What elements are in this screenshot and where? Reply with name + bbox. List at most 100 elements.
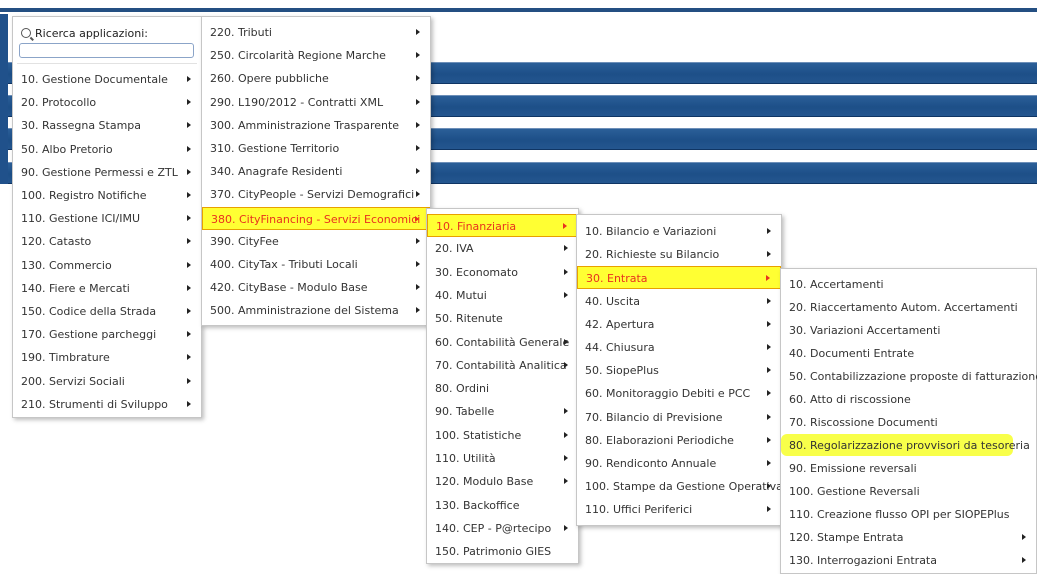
menu-item-140-fiere-e-mercati[interactable]: 140. Fiere e Mercati xyxy=(13,277,201,300)
menu-item-110-creazione-flusso-opi-per-siopeplus[interactable]: 110. Creazione flusso OPI per SIOPEPlus xyxy=(781,503,1036,526)
menu-item-label: 340. Anagrafe Residenti xyxy=(210,165,343,179)
menu-item-10-bilancio-e-variazioni[interactable]: 10. Bilancio e Variazioni xyxy=(577,220,781,243)
menu-item-70-contabilit-analitica[interactable]: 70. Contabilità Analitica xyxy=(427,354,578,377)
menu-item-220-tributi[interactable]: 220. Tributi xyxy=(202,21,430,44)
menu-item-label: 50. Contabilizzazione proposte di fattur… xyxy=(789,370,1037,383)
menu-item-420-citybase-modulo-base[interactable]: 420. CityBase - Modulo Base xyxy=(202,276,430,299)
menu-item-120-catasto[interactable]: 120. Catasto xyxy=(13,230,201,253)
menu-item-30-economato[interactable]: 30. Economato xyxy=(427,261,578,284)
menu-item-44-chiusura[interactable]: 44. Chiusura xyxy=(577,336,781,359)
menu-item-70-bilancio-di-previsione[interactable]: 70. Bilancio di Previsione xyxy=(577,406,781,429)
menu-item-label: 250. Circolarità Regione Marche xyxy=(210,49,386,63)
menu-item-100-gestione-reversali[interactable]: 100. Gestione Reversali xyxy=(781,480,1036,503)
menu-item-200-servizi-sociali[interactable]: 200. Servizi Sociali xyxy=(13,370,201,393)
menu-item-label: 130. Backoffice xyxy=(435,498,520,512)
menu-item-340-anagrafe-residenti[interactable]: 340. Anagrafe Residenti xyxy=(202,160,430,183)
menu-item-label: 10. Finanziaria xyxy=(436,220,517,233)
menu-item-130-interrogazioni-entrata[interactable]: 130. Interrogazioni Entrata xyxy=(781,549,1036,572)
menu-item-60-monitoraggio-debiti-e-pcc[interactable]: 60. Monitoraggio Debiti e PCC xyxy=(577,382,781,405)
menu-item-10-finanziaria[interactable]: 10. Finanziaria xyxy=(427,214,578,237)
menu-item-50-albo-pretorio[interactable]: 50. Albo Pretorio xyxy=(13,138,201,161)
menu-item-label: 10. Gestione Documentale xyxy=(21,73,168,86)
menu-item-150-codice-della-strada[interactable]: 150. Codice della Strada xyxy=(13,300,201,323)
menu-item-label: 80. Ordini xyxy=(435,382,490,396)
menu-item-label: 90. Emissione reversali xyxy=(789,462,917,475)
chevron-right-icon xyxy=(563,223,567,229)
search-input[interactable] xyxy=(19,43,194,58)
chevron-right-icon xyxy=(564,268,568,275)
menu-item-80-regolarizzazione-provvisori-da-tesoreria[interactable]: 80. Regolarizzazione provvisori da tesor… xyxy=(781,434,1036,457)
menu-item-300-amministrazione-trasparente[interactable]: 300. Amministrazione Trasparente xyxy=(202,114,430,137)
menu-item-210-strumenti-di-sviluppo[interactable]: 210. Strumenti di Sviluppo xyxy=(13,393,201,416)
menu-item-50-siopeplus[interactable]: 50. SiopePlus xyxy=(577,359,781,382)
menu-item-label: 370. CityPeople - Servizi Demografici xyxy=(210,188,415,202)
chevron-right-icon xyxy=(416,307,420,314)
menu-item-500-amministrazione-del-sistema[interactable]: 500. Amministrazione del Sistema xyxy=(202,299,430,322)
menu-item-label: 120. Stampe Entrata xyxy=(789,531,904,544)
chevron-right-icon xyxy=(564,455,568,461)
menu-item-110-uffici-periferici[interactable]: 110. Uffici Periferici xyxy=(577,498,781,521)
menu-item-390-cityfee[interactable]: 390. CityFee xyxy=(202,230,430,253)
menu-item-100-registro-notifiche[interactable]: 100. Registro Notifiche xyxy=(13,184,201,207)
chevron-right-icon xyxy=(416,29,420,35)
menu-item-42-apertura[interactable]: 42. Apertura xyxy=(577,313,781,336)
menu-item-label: 60. Monitoraggio Debiti e PCC xyxy=(585,387,751,401)
menu-item-90-emissione-reversali[interactable]: 90. Emissione reversali xyxy=(781,457,1036,480)
chevron-right-icon xyxy=(767,413,771,420)
menu-item-260-opere-pubbliche[interactable]: 260. Opere pubbliche xyxy=(202,67,430,90)
menu-item-170-gestione-parcheggi[interactable]: 170. Gestione parcheggi xyxy=(13,323,201,346)
menu-item-50-ritenute[interactable]: 50. Ritenute xyxy=(427,307,578,330)
menu-item-70-riscossione-documenti[interactable]: 70. Riscossione Documenti xyxy=(781,411,1036,434)
menu-item-40-uscita[interactable]: 40. Uscita xyxy=(577,290,781,313)
menu-item-20-iva[interactable]: 20. IVA xyxy=(427,237,578,260)
menu-item-30-variazioni-accertamenti[interactable]: 30. Variazioni Accertamenti xyxy=(781,319,1036,342)
menu-item-120-stampe-entrata[interactable]: 120. Stampe Entrata xyxy=(781,526,1036,549)
menu-item-120-modulo-base[interactable]: 120. Modulo Base xyxy=(427,470,578,493)
menu-item-label: 80. Elaborazioni Periodiche xyxy=(585,433,734,447)
menu-item-30-rassegna-stampa[interactable]: 30. Rassegna Stampa xyxy=(13,114,201,137)
menu-item-100-stampe-da-gestione-operativa[interactable]: 100. Stampe da Gestione Operativa xyxy=(577,475,783,498)
menu-item-20-protocollo[interactable]: 20. Protocollo xyxy=(13,91,201,114)
menu-item-80-elaborazioni-periodiche[interactable]: 80. Elaborazioni Periodiche xyxy=(577,429,781,452)
menu-item-90-rendiconto-annuale[interactable]: 90. Rendiconto Annuale xyxy=(577,452,781,475)
menu-item-20-richieste-su-bilancio[interactable]: 20. Richieste su Bilancio xyxy=(577,243,781,266)
menu-item-label: 80. Regolarizzazione provvisori da tesor… xyxy=(789,439,1030,452)
menu-item-10-gestione-documentale[interactable]: 10. Gestione Documentale xyxy=(13,68,201,91)
menu-item-40-mutui[interactable]: 40. Mutui xyxy=(427,284,578,307)
menu-item-label: 90. Gestione Permessi e ZTL xyxy=(21,165,178,179)
menu-item-label: 20. IVA xyxy=(435,242,474,256)
menu-item-110-gestione-ici-imu[interactable]: 110. Gestione ICI/IMU xyxy=(13,207,201,230)
menu-item-100-statistiche[interactable]: 100. Statistiche xyxy=(427,424,578,447)
menu-item-150-patrimonio-gies[interactable]: 150. Patrimonio GIES xyxy=(427,540,578,563)
menu-item-50-contabilizzazione-proposte-di-fatturazione[interactable]: 50. Contabilizzazione proposte di fattur… xyxy=(781,365,1037,388)
menu-item-30-entrata[interactable]: 30. Entrata xyxy=(577,266,781,290)
menu-item-label: 50. Ritenute xyxy=(435,312,503,326)
menu-item-130-commercio[interactable]: 130. Commercio xyxy=(13,254,201,277)
menu-item-370-citypeople-servizi-demografici[interactable]: 370. CityPeople - Servizi Demografici xyxy=(202,183,430,206)
menu-item-110-utilit[interactable]: 110. Utilità xyxy=(427,447,578,470)
menu-item-20-riaccertamento-autom-accertamenti[interactable]: 20. Riaccertamento Autom. Accertamenti xyxy=(781,296,1036,319)
menu-item-90-gestione-permessi-e-ztl[interactable]: 90. Gestione Permessi e ZTL xyxy=(13,161,201,184)
chevron-right-icon xyxy=(187,377,191,384)
menu-item-40-documenti-entrate[interactable]: 40. Documenti Entrate xyxy=(781,342,1036,365)
menu-item-label: 30. Economato xyxy=(435,265,518,279)
menu-item-label: 500. Amministrazione del Sistema xyxy=(210,304,399,318)
menu-item-10-accertamenti[interactable]: 10. Accertamenti xyxy=(781,273,1036,296)
menu-item-380-cityfinancing-servizi-economici[interactable]: 380. CityFinancing - Servizi Economici xyxy=(202,206,430,230)
menu-item-label: 70. Contabilità Analitica xyxy=(435,358,567,372)
menu-item-250-circolarit-regione-marche[interactable]: 250. Circolarità Regione Marche xyxy=(202,44,430,67)
menu-item-290-l190-2012-contratti-xml[interactable]: 290. L190/2012 - Contratti XML xyxy=(202,91,430,114)
chevron-right-icon xyxy=(767,251,771,258)
menu-item-400-citytax-tributi-locali[interactable]: 400. CityTax - Tributi Locali xyxy=(202,253,430,276)
menu-item-310-gestione-territorio[interactable]: 310. Gestione Territorio xyxy=(202,137,430,160)
menu-item-80-ordini[interactable]: 80. Ordini xyxy=(427,377,578,400)
chevron-right-icon xyxy=(187,99,191,106)
menu-item-label: 220. Tributi xyxy=(210,26,272,39)
search-header: Ricerca applicazioni: xyxy=(21,27,148,41)
menu-item-90-tabelle[interactable]: 90. Tabelle xyxy=(427,400,578,423)
menu-item-140-cep-p-rtecipo[interactable]: 140. CEP - P@rtecipo xyxy=(427,517,578,540)
menu-item-60-contabilit-generale[interactable]: 60. Contabilità Generale xyxy=(427,331,578,354)
menu-item-130-backoffice[interactable]: 130. Backoffice xyxy=(427,494,578,517)
menu-item-190-timbrature[interactable]: 190. Timbrature xyxy=(13,346,201,369)
menu-item-60-atto-di-riscossione[interactable]: 60. Atto di riscossione xyxy=(781,388,1036,411)
